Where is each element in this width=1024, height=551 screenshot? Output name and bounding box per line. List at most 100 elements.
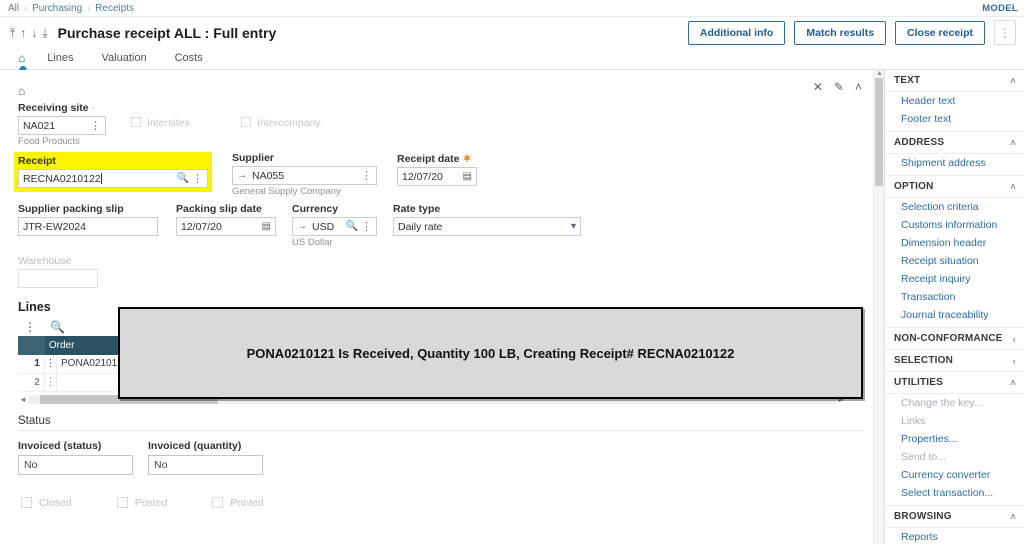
scroll-left-icon[interactable]: ◄ [18,395,28,404]
lines-search-icon[interactable]: 🔍 [50,320,65,334]
sidebar-group-title: TEXT [894,75,921,86]
checkbox-closed[interactable]: Closed [21,497,72,509]
tab-home[interactable]: ⌂ [12,51,33,69]
sidebar-group-utilities[interactable]: UTILITIES ˄ [885,372,1024,394]
close-receipt-button[interactable]: Close receipt [895,20,985,45]
breadcrumb-item-all[interactable]: All [8,3,19,14]
tab-costs[interactable]: Costs [161,51,217,69]
receiving-site-input[interactable]: NA021 ⋮ [18,116,106,135]
chevron-up-icon[interactable]: ˄ [1011,138,1016,148]
currency-input[interactable]: → USD 🔍 ⋮ [292,217,377,236]
chevron-left-icon[interactable]: ‹ [1013,356,1016,366]
closed-checkbox[interactable] [21,497,32,508]
sidebar-link-transaction[interactable]: Transaction [885,288,1024,306]
drill-down-arrow-icon[interactable]: → [297,221,307,232]
lines-kebab-icon[interactable]: ⋮ [24,320,36,334]
sidebar-group-selection[interactable]: SELECTION ‹ [885,350,1024,372]
sidebar-link-footer-text[interactable]: Footer text [885,110,1024,128]
kebab-icon[interactable]: ⋮ [87,119,101,132]
first-record-icon[interactable]: ⤒ [10,27,15,39]
tab-lines[interactable]: Lines [33,51,87,69]
sidebar-link-reports[interactable]: Reports [885,528,1024,544]
main-vertical-scrollbar[interactable]: ▲ [873,70,884,544]
kebab-icon[interactable]: ⋮ [358,169,372,182]
field-warehouse: Warehouse [18,255,98,288]
receipt-date-label: Receipt date ✶ [397,153,472,165]
intercompany-checkbox[interactable] [241,117,251,127]
rate-type-select[interactable]: Daily rate ▾ [393,217,581,236]
checkbox-posted[interactable]: Posted [116,497,167,509]
breadcrumb: All › Purchasing › Receipts MODEL [0,0,1024,17]
scroll-up-icon[interactable]: ▲ [876,70,883,77]
printed-checkbox[interactable] [212,497,224,508]
scroll-thumb[interactable] [875,78,883,186]
receipt-input[interactable]: RECNA0210122 🔍 ⋮ [18,169,208,188]
field-intersites[interactable]: Intersites [131,102,241,129]
sidebar-group-address[interactable]: ADDRESS ˄ [885,132,1024,154]
chevron-up-icon[interactable]: ˄ [1011,378,1016,388]
sidebar-link-dimension-header[interactable]: Dimension header [885,234,1024,252]
packing-slip-date-input[interactable]: 12/07/20 ▤ [176,217,276,236]
intersites-checkbox[interactable] [131,117,141,127]
sidebar-link-shipment-address[interactable]: Shipment address [885,154,1024,172]
collapse-chevron-icon[interactable]: ˄ [855,80,862,94]
sidebar-link-receipt-situation[interactable]: Receipt situation [885,252,1024,270]
breadcrumb-item-purchasing[interactable]: Purchasing [32,3,82,14]
sidebar-link-select-transaction[interactable]: Select transaction... [885,484,1024,502]
close-icon[interactable]: ✕ [813,80,823,94]
checkbox-printed[interactable]: Printed [212,497,264,509]
chevron-up-icon[interactable]: ˄ [1011,76,1016,86]
lookup-search-icon[interactable]: 🔍 [343,221,358,232]
sidebar-link-header-text[interactable]: Header text [885,92,1024,110]
next-record-icon[interactable]: ↓ [31,27,37,39]
kebab-icon[interactable]: ⋮ [358,220,372,233]
breadcrumb-item-receipts[interactable]: Receipts [95,3,134,14]
receipt-label: Receipt [18,155,56,167]
last-record-icon[interactable]: ⤓ [42,27,47,39]
additional-info-button[interactable]: Additional info [687,20,786,45]
sidebar-link-customs-information[interactable]: Customs information [885,216,1024,234]
tab-valuation[interactable]: Valuation [88,51,161,69]
sidebar-group-browsing[interactable]: BROWSING ˄ [885,506,1024,528]
chevron-down-icon[interactable]: ▾ [568,221,576,232]
row-actions-kebab-icon[interactable]: ⋮ [44,355,58,374]
calendar-icon[interactable]: ▤ [259,221,271,232]
chevron-up-icon[interactable]: ˄ [1011,182,1016,192]
card-home-icon[interactable]: ⌂ [0,76,884,102]
receipt-date-input[interactable]: 12/07/20 ▤ [397,167,477,186]
sidebar-link-journal-traceability[interactable]: Journal traceability [885,306,1024,324]
field-rate-type: Rate type Daily rate ▾ [393,203,581,236]
invoiced-quantity-input[interactable]: No [148,454,263,475]
field-receipt-date: Receipt date ✶ 12/07/20 ▤ [397,152,477,186]
sidebar-group-option[interactable]: OPTION ˄ [885,176,1024,198]
chevron-up-icon[interactable]: ˄ [1011,512,1016,522]
edit-pencil-icon[interactable]: ✎ [834,80,844,94]
chevron-left-icon[interactable]: ‹ [1013,334,1016,344]
sidebar-link-selection-criteria[interactable]: Selection criteria [885,198,1024,216]
calendar-icon[interactable]: ▤ [460,171,472,182]
sidebar-link-properties[interactable]: Properties... [885,430,1024,448]
field-intercompany[interactable]: Intercompany [241,102,381,129]
more-options-kebab-icon[interactable]: ⋮ [994,20,1016,45]
supplier-packing-slip-input[interactable]: JTR-EW2024 [18,217,158,236]
posted-checkbox[interactable] [116,497,128,508]
previous-record-icon[interactable]: ↑ [20,27,26,39]
sidebar-group-non-conformance[interactable]: NON-CONFORMANCE ‹ [885,328,1024,350]
lookup-search-icon[interactable]: 🔍 [174,173,189,184]
sidebar-group-title: ADDRESS [894,137,945,148]
kebab-icon[interactable]: ⋮ [189,172,203,185]
supplier-input[interactable]: → NA055 ⋮ [232,166,377,185]
row-actions-kebab-icon[interactable]: ⋮ [44,373,58,392]
invoiced-status-input[interactable]: No [18,454,133,475]
rate-type-value: Daily rate [398,220,443,233]
field-supplier: Supplier → NA055 ⋮ General Supply Compan… [232,152,377,197]
sidebar-link-currency-converter[interactable]: Currency converter [885,466,1024,484]
drill-down-arrow-icon[interactable]: → [237,170,247,181]
supplier-packing-slip-label: Supplier packing slip [18,203,124,215]
currency-label: Currency [292,203,339,215]
match-results-button[interactable]: Match results [794,20,887,45]
card-icon-group: ✕ ✎ ˄ [813,80,862,94]
sidebar-link-receipt-inquiry[interactable]: Receipt inquiry [885,270,1024,288]
sidebar-group-text[interactable]: TEXT ˄ [885,70,1024,92]
warehouse-input[interactable] [18,269,98,288]
